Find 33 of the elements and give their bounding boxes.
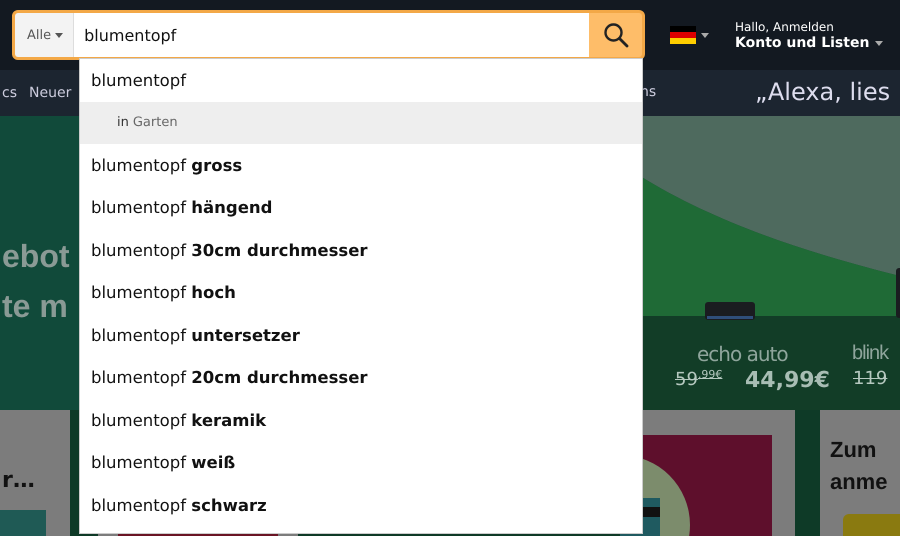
sale-price: 44,99€ <box>745 368 830 393</box>
suggestion-item[interactable]: blumentopf untersetzer <box>80 314 642 356</box>
suggestion-item[interactable]: blumentopf gross <box>80 144 642 186</box>
caret-icon <box>701 32 709 38</box>
category-dropdown[interactable]: Alle <box>15 13 74 57</box>
product-name: blink <box>852 342 888 365</box>
suggestion-item[interactable]: blumentopf weiß <box>80 442 642 484</box>
caret-icon <box>55 32 64 38</box>
card-title: Zum anme <box>830 436 888 496</box>
account-menu[interactable]: Hallo, Anmelden Konto und Listen <box>735 19 884 51</box>
old-price: 59$^{,99€}$ <box>675 368 722 390</box>
language-selector[interactable] <box>670 26 709 44</box>
search-field[interactable]: blumentopf <box>74 13 589 57</box>
nav-link[interactable]: cs <box>2 85 27 101</box>
suggestion-item[interactable]: blumentopf hoch <box>80 272 642 314</box>
suggestion-item[interactable]: blumentopf hängend <box>80 186 642 229</box>
caret-icon <box>875 40 884 46</box>
search-button[interactable] <box>589 13 642 57</box>
promo-text: „Alexa, lies <box>755 78 890 106</box>
card-title: r… <box>2 468 35 493</box>
nav-link[interactable]: Neuer <box>29 85 82 101</box>
card-image <box>0 510 46 536</box>
flag-icon <box>670 26 696 44</box>
department-suggestion[interactable]: in Garten <box>80 102 642 144</box>
suggestion-item[interactable]: blumentopf 30cm durchmesser <box>80 229 642 272</box>
banner-headline: ebot te m <box>2 237 70 326</box>
product-name: echo auto <box>697 342 788 366</box>
suggestion-item[interactable]: blumentopf 20cm durchmesser <box>80 356 642 399</box>
suggestion-item[interactable]: blumentopf <box>80 59 642 102</box>
suggestion-item[interactable]: blumentopf schwarz <box>80 484 642 526</box>
old-price: 119 <box>853 368 888 389</box>
suggestion-item[interactable]: blumentopf keramik <box>80 399 642 442</box>
search-icon <box>602 22 628 48</box>
